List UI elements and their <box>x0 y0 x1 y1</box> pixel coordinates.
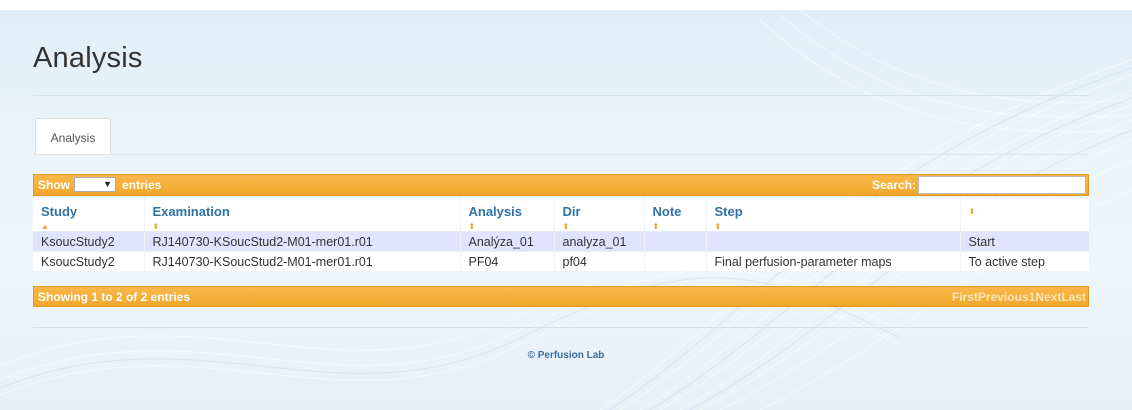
column-header-analysis[interactable]: Analysis ⬍ <box>460 198 555 232</box>
search-input[interactable] <box>918 176 1086 194</box>
column-header-label: Note <box>652 204 682 219</box>
table-row: KsoucStudy2 RJ140730-KSoucStud2-M01-mer0… <box>33 231 1090 252</box>
analysis-link[interactable]: Analýza_01 <box>460 231 555 252</box>
entries-label: entries <box>122 178 162 192</box>
cell-study: KsoucStudy2 <box>33 251 145 271</box>
triangle-down-icon: ▼ <box>103 179 112 189</box>
pager-first-button[interactable]: First <box>952 290 978 304</box>
cell-note <box>644 251 707 271</box>
show-label: Show <box>38 178 70 192</box>
column-header-note[interactable]: Note ⬍ <box>644 198 707 232</box>
footer-copyright: © Perfusion Lab <box>527 350 605 361</box>
column-header-label: Study <box>41 204 78 219</box>
table-info: Showing 1 to 2 of 2 entries <box>38 290 191 304</box>
column-header-examination[interactable]: Examination ⬍ <box>144 198 461 232</box>
column-header-dir[interactable]: Dir ⬍ <box>554 198 645 232</box>
table-footer: Showing 1 to 2 of 2 entries FirstPreviou… <box>33 286 1089 307</box>
column-header-label: Dir <box>562 204 581 219</box>
sort-updown-icon: ⬍ <box>152 222 160 231</box>
analysis-table: Study ▲ Examination ⬍ Analysis ⬍ Dir ⬍ Note ⬍… <box>33 198 1090 271</box>
sort-updown-icon: ⬍ <box>468 222 476 231</box>
sort-updown-icon: ⬍ <box>562 222 570 231</box>
start-link[interactable]: Start <box>960 231 1090 252</box>
pager-page-button[interactable]: 1 <box>1029 290 1036 304</box>
column-header-step[interactable]: Step ⬍ <box>706 198 961 232</box>
cell-step <box>706 231 961 252</box>
pager-next-button[interactable]: Next <box>1035 290 1061 304</box>
column-header-label: Examination <box>152 204 230 219</box>
to-active-step-link[interactable]: To active step <box>960 251 1090 271</box>
footer-divider <box>33 327 1088 328</box>
entries-per-page-select[interactable]: ▼ <box>74 177 116 192</box>
cell-examination: RJ140730-KSoucStud2-M01-mer01.r01 <box>144 251 461 271</box>
column-header-label: Analysis <box>468 204 522 219</box>
cell-note <box>644 231 707 252</box>
sort-up-icon: ▲ <box>41 222 49 231</box>
sort-updown-icon: ⬍ <box>968 207 976 216</box>
cell-examination: RJ140730-KSoucStud2-M01-mer01.r01 <box>144 231 461 252</box>
column-header-action[interactable]: ⬍ <box>960 198 1090 232</box>
tab-divider <box>35 154 1088 155</box>
column-header-study[interactable]: Study ▲ <box>33 198 145 232</box>
pagination: FirstPrevious1NextLast <box>952 290 1086 304</box>
cell-step: Final perfusion-parameter maps <box>706 251 961 271</box>
column-header-label: Step <box>714 204 743 219</box>
sort-updown-icon: ⬍ <box>714 222 722 231</box>
search-label: Search: <box>871 178 916 192</box>
sort-updown-icon: ⬍ <box>652 222 660 231</box>
cell-study: KsoucStudy2 <box>33 231 145 252</box>
cell-dir: analyza_01 <box>554 231 645 252</box>
title-divider <box>33 95 1088 96</box>
pager-previous-button[interactable]: Previous <box>978 290 1029 304</box>
tab-analysis[interactable]: Analysis <box>35 118 111 155</box>
table-toolbar: Show ▼ entries Search: <box>33 174 1089 196</box>
page-title: Analysis <box>33 42 143 74</box>
table-row: KsoucStudy2 RJ140730-KSoucStud2-M01-mer0… <box>33 251 1090 271</box>
pager-last-button[interactable]: Last <box>1061 290 1086 304</box>
table-header-row: Study ▲ Examination ⬍ Analysis ⬍ Dir ⬍ Note ⬍… <box>33 198 1090 232</box>
analysis-link[interactable]: PF04 <box>460 251 555 271</box>
page: Analysis Analysis Show ▼ entries Search:… <box>0 0 1132 410</box>
cell-dir: pf04 <box>554 251 645 271</box>
